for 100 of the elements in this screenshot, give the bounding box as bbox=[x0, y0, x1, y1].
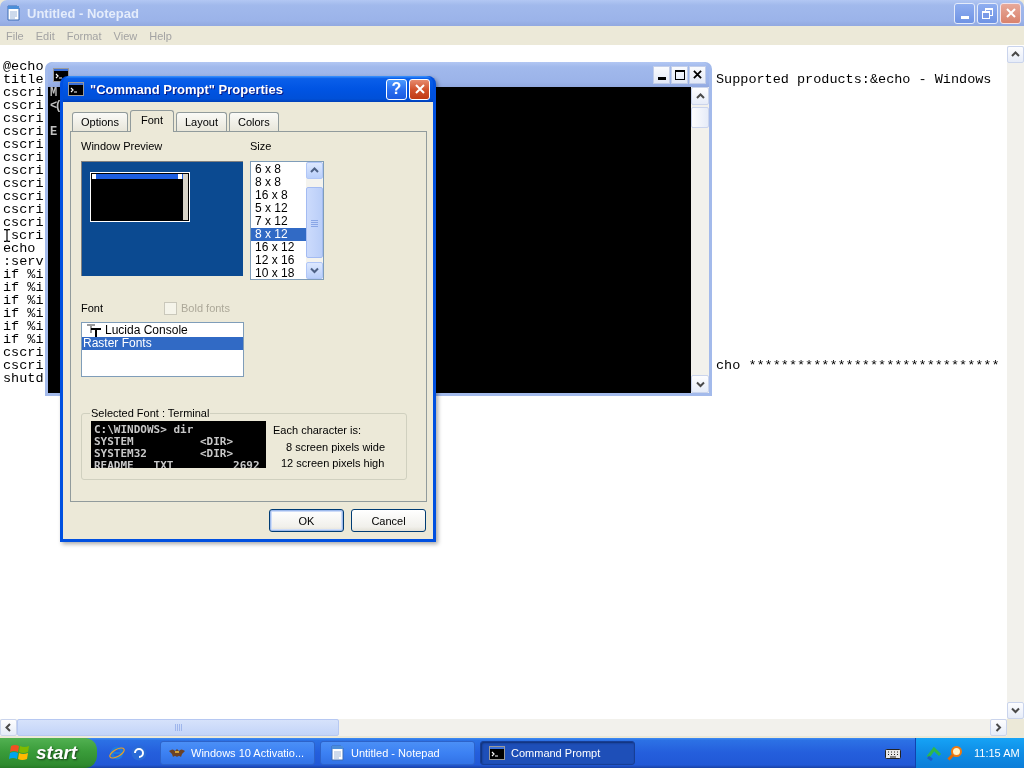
text-line: cscri bbox=[3, 203, 44, 216]
text-line: cscri bbox=[3, 216, 44, 229]
minimize-icon bbox=[657, 77, 666, 80]
list-item[interactable]: 8 x 8 bbox=[251, 176, 306, 189]
tab[interactable]: Font bbox=[129, 110, 174, 132]
tab[interactable]: Colors bbox=[228, 112, 279, 131]
tab[interactable]: Layout bbox=[175, 112, 227, 131]
preview-text: SYSTEM32 <DIR> bbox=[94, 448, 234, 460]
restore-icon bbox=[982, 7, 993, 19]
console-icon bbox=[489, 746, 505, 760]
scroll-down-button[interactable] bbox=[1007, 702, 1024, 719]
tab[interactable]: Options bbox=[72, 112, 128, 131]
letter-e-icon bbox=[109, 745, 125, 761]
maximize-button[interactable] bbox=[671, 65, 688, 84]
dialog-button[interactable]: OK bbox=[269, 509, 344, 532]
text-line: if %i bbox=[3, 320, 44, 333]
text-line: if %i bbox=[3, 307, 44, 320]
text-line: cscri bbox=[3, 346, 44, 359]
taskbar-button[interactable]: Untitled - Notepad bbox=[320, 741, 475, 765]
checkbox-label: Bold fonts bbox=[181, 302, 230, 314]
quick-launch-button[interactable] bbox=[109, 745, 125, 761]
scroll-thumb[interactable] bbox=[306, 187, 323, 258]
scroll-up-button[interactable] bbox=[691, 87, 709, 105]
list-item[interactable]: 8 x 12 bbox=[251, 228, 306, 241]
text-line: cscri bbox=[3, 138, 44, 151]
restore-button[interactable] bbox=[977, 2, 998, 24]
disc-icon bbox=[131, 745, 147, 761]
text-line: title bbox=[3, 73, 44, 86]
letter-t-icon bbox=[86, 323, 102, 338]
chevron-down-icon bbox=[1011, 707, 1020, 714]
info-text: Each character is: bbox=[273, 423, 362, 438]
help-button[interactable]: ? bbox=[386, 78, 407, 100]
search-icon bbox=[947, 745, 963, 761]
text-line: cscri bbox=[3, 177, 44, 190]
chevron-up-icon bbox=[695, 92, 705, 100]
chevron-left-icon bbox=[5, 723, 12, 732]
arrow-icon bbox=[926, 745, 942, 761]
taskbar-button[interactable]: Command Prompt bbox=[480, 741, 635, 765]
text-line: cscri bbox=[3, 190, 44, 203]
scroll-up-button[interactable] bbox=[306, 162, 323, 179]
dialog-title: "Command Prompt" Properties bbox=[90, 81, 283, 97]
scroll-up-button[interactable] bbox=[1007, 46, 1024, 63]
scroll-down-button[interactable] bbox=[306, 262, 323, 279]
scroll-thumb[interactable] bbox=[691, 107, 709, 128]
size-list[interactable]: 6 x 8 8 x 8 16 x 8 5 x 12 7 x 12 8 x 12 16 x 12 12 x 16 10 x 18 bbox=[250, 161, 324, 280]
close-icon bbox=[414, 84, 425, 94]
section-label: Size bbox=[250, 140, 272, 152]
text-line: cho ******************************* bbox=[716, 359, 1000, 372]
info-text: 8 screen pixels wide bbox=[286, 439, 386, 455]
console-text: E bbox=[50, 126, 55, 139]
list-item[interactable]: 16 x 8 bbox=[251, 189, 306, 202]
chevron-down-icon bbox=[310, 267, 319, 274]
dialog-button[interactable]: Cancel bbox=[351, 509, 426, 532]
tray-button[interactable] bbox=[947, 745, 963, 761]
chevron-down-icon bbox=[695, 380, 705, 388]
text-line: cscri bbox=[3, 359, 44, 372]
list-item[interactable]: 6 x 8 bbox=[251, 163, 306, 176]
list-item[interactable]: Raster Fonts bbox=[82, 337, 243, 350]
grip-icon bbox=[174, 724, 182, 731]
text-line: :serv bbox=[3, 255, 44, 268]
text-line: shutd bbox=[3, 372, 44, 385]
text-line: cscri bbox=[3, 99, 44, 112]
text-line: echo bbox=[3, 242, 36, 255]
chevron-right-icon bbox=[995, 723, 1002, 732]
quick-launch-button[interactable] bbox=[131, 745, 147, 761]
clock: 11:15 AM bbox=[974, 747, 1020, 759]
minimize-icon bbox=[960, 15, 969, 19]
info-text: 12 screen pixels high bbox=[281, 456, 385, 471]
section-label: Window Preview bbox=[81, 140, 163, 152]
list-item[interactable]: 5 x 12 bbox=[251, 202, 306, 215]
list-item[interactable]: 16 x 12 bbox=[251, 241, 306, 254]
window-title: Untitled - Notepad bbox=[27, 5, 139, 21]
close-icon bbox=[693, 70, 702, 79]
text-line: if %i bbox=[3, 281, 44, 294]
font-list[interactable]: Lucida Console Raster Fonts bbox=[81, 322, 244, 377]
console-text: M bbox=[50, 87, 55, 100]
text-line: cscri bbox=[3, 86, 44, 99]
preview-text: C:\WINDOWS> dir bbox=[94, 424, 194, 436]
list-item[interactable]: Lucida Console bbox=[82, 324, 243, 337]
chevron-up-icon bbox=[310, 167, 319, 174]
close-button[interactable] bbox=[689, 65, 706, 84]
scroll-thumb[interactable] bbox=[17, 719, 339, 736]
start-button[interactable]: start bbox=[0, 738, 97, 768]
console-icon bbox=[53, 67, 69, 82]
keyboard-icon bbox=[885, 747, 901, 759]
scroll-down-button[interactable] bbox=[691, 375, 709, 393]
text-line: @echo bbox=[3, 60, 44, 73]
list-item[interactable]: 7 x 12 bbox=[251, 215, 306, 228]
minimize-button[interactable] bbox=[653, 65, 670, 84]
section-label: Font bbox=[81, 302, 103, 314]
list-item[interactable]: 12 x 16 bbox=[251, 254, 306, 267]
text-line: cscri bbox=[3, 164, 44, 177]
list-item[interactable]: 10 x 18 bbox=[251, 267, 306, 280]
maximize-icon bbox=[674, 69, 685, 80]
text-line: cscri bbox=[3, 125, 44, 138]
scroll-left-button[interactable] bbox=[0, 719, 17, 736]
taskbar-button[interactable]: Windows 10 Activatio... bbox=[160, 741, 315, 765]
scroll-right-button[interactable] bbox=[990, 719, 1007, 736]
console-text: <( bbox=[50, 100, 60, 113]
keyboard-button[interactable] bbox=[885, 747, 901, 759]
